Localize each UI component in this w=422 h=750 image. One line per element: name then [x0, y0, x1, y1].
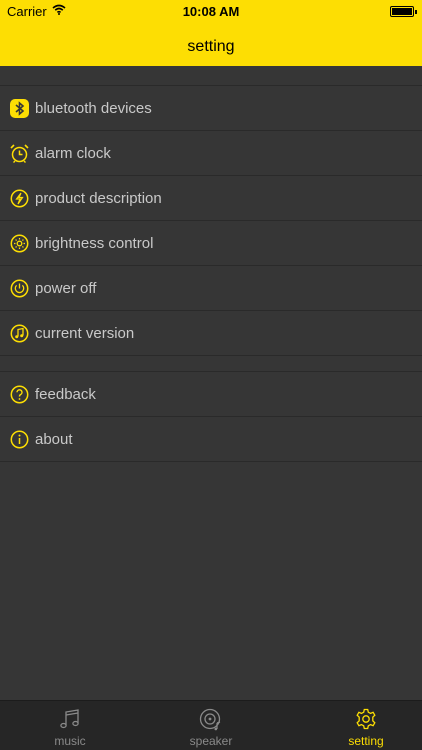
tab-label: speaker — [189, 734, 233, 748]
menu-item-brightness-control[interactable]: brightness control — [0, 221, 422, 266]
menu-item-label: about — [35, 431, 73, 448]
menu-item-bluetooth-devices[interactable]: bluetooth devices — [0, 86, 422, 131]
status-time: 10:08 AM — [182, 4, 240, 19]
menu-item-label: bluetooth devices — [35, 100, 152, 117]
section-gap — [0, 356, 422, 372]
settings-list: bluetooth devices alarm clock product de… — [0, 66, 422, 462]
speaker-icon — [199, 707, 223, 731]
tab-speaker[interactable]: speaker — [141, 701, 281, 750]
top-bar: Carrier 10:08 AM setting — [0, 0, 422, 66]
status-bar: Carrier 10:08 AM — [0, 0, 422, 22]
power-icon — [10, 279, 29, 298]
menu-item-current-version[interactable]: current version — [0, 311, 422, 356]
bluetooth-icon — [10, 99, 29, 118]
question-icon — [10, 385, 29, 404]
menu-item-label: current version — [35, 325, 135, 342]
menu-item-label: feedback — [35, 386, 96, 403]
menu-item-alarm-clock[interactable]: alarm clock — [0, 131, 422, 176]
menu-item-feedback[interactable]: feedback — [0, 372, 422, 417]
menu-item-label: product description — [35, 190, 162, 207]
menu-item-about[interactable]: about — [0, 417, 422, 462]
menu-item-product-description[interactable]: product description — [0, 176, 422, 221]
menu-item-label: alarm clock — [35, 145, 111, 162]
product-description-icon — [10, 189, 29, 208]
tab-label: music — [54, 734, 86, 748]
battery-icon — [390, 6, 417, 17]
page-title: setting — [187, 38, 235, 55]
gear-icon — [354, 707, 378, 731]
menu-item-label: brightness control — [35, 235, 154, 252]
menu-item-label: power off — [35, 280, 97, 297]
music-icon — [58, 707, 82, 731]
tab-bar: music speaker setting — [0, 700, 422, 750]
alarm-clock-icon — [10, 144, 29, 163]
info-icon — [10, 430, 29, 449]
tab-music[interactable]: music — [0, 701, 140, 750]
tab-setting[interactable]: setting — [296, 701, 422, 750]
list-top-spacer — [0, 66, 422, 86]
menu-item-power-off[interactable]: power off — [0, 266, 422, 311]
tab-label: setting — [348, 734, 384, 748]
music-note-icon — [10, 324, 29, 343]
brightness-icon — [10, 234, 29, 253]
